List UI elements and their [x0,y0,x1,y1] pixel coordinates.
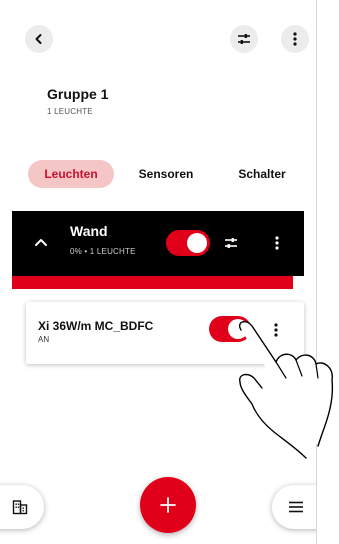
chevron-left-icon [35,34,42,44]
menu-button[interactable] [272,485,316,529]
app-screen: Gruppe 1 1 LEUCHTE Leuchten Sensoren Sch… [0,0,317,544]
add-button[interactable] [140,477,196,533]
group-title: Gruppe 1 [47,86,109,102]
area-toggle[interactable] [166,230,210,256]
tab-schalter[interactable]: Schalter [228,160,296,188]
tab-label: Schalter [238,167,286,181]
toggle-knob [187,233,207,253]
buildings-button[interactable] [0,485,44,529]
more-vertical-icon[interactable] [275,236,279,250]
toggle-knob [228,319,248,339]
group-subtitle: 1 LEUCHTE [47,107,93,116]
building-icon [12,500,28,515]
area-title: Wand [70,223,108,239]
sliders-icon[interactable] [224,237,238,249]
tab-label: Leuchten [44,167,98,181]
group-title-block: Gruppe 1 1 LEUCHTE [47,86,108,116]
chevron-up-icon[interactable] [34,237,48,247]
tab-label: Sensoren [138,167,194,181]
tab-sensoren[interactable]: Sensoren [128,160,204,188]
group-settings-button[interactable] [230,25,258,53]
area-accent-bar [12,276,293,289]
more-options-button[interactable] [281,25,309,53]
device-toggle[interactable] [209,316,251,342]
device-status: AN [38,335,50,344]
more-vertical-icon[interactable] [274,323,278,337]
tab-leuchten[interactable]: Leuchten [28,160,114,188]
plus-icon [160,497,176,513]
more-vertical-icon [293,32,297,46]
area-subtitle: 0% • 1 LEUCHTE [70,247,136,256]
menu-icon [289,501,303,513]
area-header[interactable]: Wand 0% • 1 LEUCHTE [12,211,304,276]
sliders-icon [238,34,250,44]
device-name: Xi 36W/m MC_BDFC [38,319,154,333]
device-card[interactable]: Xi 36W/m MC_BDFC AN [26,302,304,364]
back-button[interactable] [25,25,53,53]
